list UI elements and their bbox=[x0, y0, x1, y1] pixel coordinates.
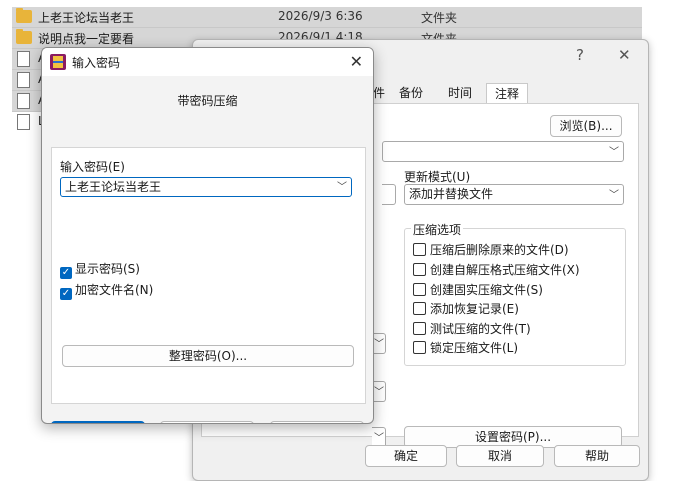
option-recovery[interactable]: 添加恢复记录(E) bbox=[413, 300, 519, 318]
dialog-heading: 带密码压缩 bbox=[177, 94, 238, 108]
chevron-down-icon: ﹀ bbox=[609, 190, 619, 201]
document-icon bbox=[17, 72, 30, 88]
file-name: 说明点我一定要看 bbox=[38, 32, 135, 46]
dialog-body: 带密码压缩 输入密码(E) 上老王论坛当老王 ﹀ ✓ 显示密码(S) ✓ 加密文件名… bbox=[42, 76, 373, 423]
file-type: 文件夹 bbox=[421, 11, 458, 25]
password-input[interactable]: 上老王论坛当老王 ﹀ bbox=[60, 177, 352, 197]
encrypt-filenames-checkbox[interactable]: ✓ 加密文件名(N) bbox=[60, 281, 153, 300]
chevron-down-icon: ﹀ bbox=[374, 339, 384, 350]
show-password-checkbox[interactable]: ✓ 显示密码(S) bbox=[60, 260, 140, 279]
option-sfx[interactable]: 创建自解压格式压缩文件(X) bbox=[413, 261, 580, 279]
checkbox[interactable] bbox=[413, 341, 426, 354]
winrar-icon bbox=[50, 54, 66, 70]
close-icon[interactable]: ✕ bbox=[350, 52, 363, 71]
group-label: 压缩选项 bbox=[411, 221, 464, 238]
help-icon[interactable]: ? bbox=[576, 46, 584, 64]
checkbox[interactable] bbox=[413, 322, 426, 335]
method-select[interactable]: ﹀ bbox=[372, 333, 386, 354]
ok-button[interactable]: 确定 bbox=[365, 445, 447, 467]
cancel-button[interactable]: 取消 bbox=[160, 421, 254, 423]
check-icon[interactable]: ✓ bbox=[60, 267, 72, 279]
tab-time[interactable]: 时间 bbox=[440, 83, 480, 103]
folder-icon bbox=[16, 29, 32, 44]
compression-options-group: 压缩选项 压缩后删除原来的文件(D) 创建自解压格式压缩文件(X) 创建固实压缩… bbox=[404, 221, 626, 366]
update-mode-select[interactable]: 添加并替换文件 ﹀ bbox=[404, 184, 624, 205]
document-icon bbox=[17, 51, 30, 67]
dialog-title: 输入密码 bbox=[72, 56, 121, 70]
help-button[interactable]: 帮助 bbox=[554, 445, 640, 467]
password-dialog: 输入密码 ✕ 带密码压缩 输入密码(E) 上老王论坛当老王 ﹀ ✓ 显示密码(S)… bbox=[41, 47, 374, 424]
document-icon bbox=[17, 93, 30, 109]
format-select[interactable] bbox=[382, 184, 396, 205]
password-panel: 输入密码(E) 上老王论坛当老王 ﹀ ✓ 显示密码(S) ✓ 加密文件名(N) 整理… bbox=[51, 147, 366, 404]
update-mode-value: 添加并替换文件 bbox=[409, 187, 494, 201]
option-delete-after[interactable]: 压缩后删除原来的文件(D) bbox=[413, 241, 569, 259]
option-solid[interactable]: 创建固实压缩文件(S) bbox=[413, 281, 543, 299]
file-date: 2026/9/3 6:36 bbox=[278, 9, 363, 23]
ok-button[interactable]: 确定 bbox=[51, 421, 145, 423]
archive-name-combo[interactable]: ﹀ bbox=[382, 141, 624, 162]
file-row[interactable]: 上老王论坛当老王 2026/9/3 6:36 文件夹 bbox=[12, 7, 642, 28]
show-password-label: 显示密码(S) bbox=[75, 262, 140, 276]
checkbox[interactable] bbox=[413, 283, 426, 296]
browse-button[interactable]: 浏览(B)... bbox=[550, 115, 622, 137]
tab-backup[interactable]: 备份 bbox=[391, 83, 431, 103]
check-icon[interactable]: ✓ bbox=[60, 288, 72, 300]
password-label: 输入密码(E) bbox=[60, 160, 125, 174]
option-test[interactable]: 测试压缩的文件(T) bbox=[413, 320, 531, 338]
help-button[interactable]: 帮助 bbox=[270, 421, 364, 423]
checkbox[interactable] bbox=[413, 302, 426, 315]
checkbox[interactable] bbox=[413, 243, 426, 256]
update-mode-label: 更新模式(U) bbox=[404, 170, 471, 184]
file-name: 上老王论坛当老王 bbox=[38, 11, 135, 25]
folder-icon bbox=[16, 8, 32, 23]
password-value: 上老王论坛当老王 bbox=[65, 180, 162, 194]
checkbox[interactable] bbox=[413, 263, 426, 276]
chevron-down-icon: ﹀ bbox=[609, 147, 619, 158]
dictionary-select[interactable]: ﹀ bbox=[372, 381, 386, 402]
close-icon[interactable]: ✕ bbox=[618, 46, 631, 64]
option-lock[interactable]: 锁定压缩文件(L) bbox=[413, 339, 518, 357]
chevron-down-icon[interactable]: ﹀ bbox=[337, 179, 347, 197]
organize-passwords-button[interactable]: 整理密码(O)... bbox=[62, 345, 354, 367]
chevron-down-icon: ﹀ bbox=[374, 387, 384, 398]
document-icon bbox=[17, 114, 30, 130]
tab-comment[interactable]: 注释 bbox=[486, 83, 529, 104]
cancel-button[interactable]: 取消 bbox=[456, 445, 544, 467]
encrypt-filenames-label: 加密文件名(N) bbox=[75, 283, 154, 297]
title-bar: 输入密码 ✕ bbox=[42, 48, 373, 76]
